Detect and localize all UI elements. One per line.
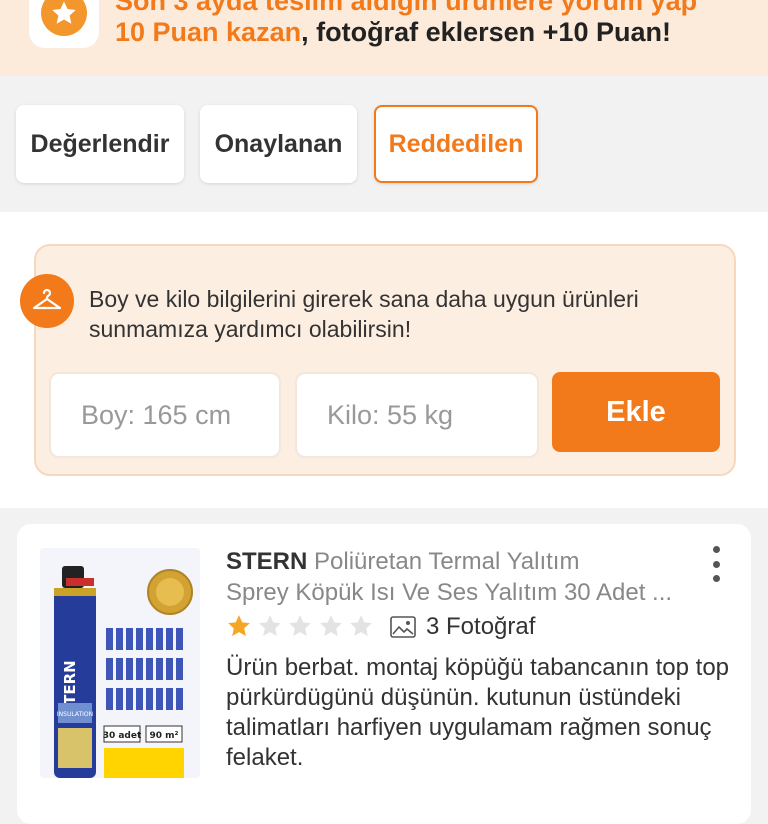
tab-reddedilen[interactable]: Reddedilen xyxy=(374,105,538,183)
star-empty-icon xyxy=(289,615,311,636)
product-brand: STERN xyxy=(226,548,308,575)
promo-points-highlight: 10 Puan kazan xyxy=(115,17,302,47)
promo-subtitle: 10 Puan kazan, fotoğraf eklersen +10 Pua… xyxy=(115,17,671,48)
tab-onaylanan[interactable]: Onaylanan xyxy=(200,105,357,183)
star-empty-icon xyxy=(258,615,281,636)
hanger-icon xyxy=(20,274,74,328)
product-title-part1: Poliüretan Termal Yalıtım xyxy=(307,548,580,575)
rating-stars xyxy=(226,613,379,639)
more-options-icon[interactable] xyxy=(706,546,726,582)
height-input[interactable]: Boy: 165 cm xyxy=(49,372,281,458)
star-filled-icon xyxy=(228,615,250,636)
tab-label: Reddedilen xyxy=(388,129,524,158)
tab-label: Onaylanan xyxy=(214,129,343,158)
add-button[interactable]: Ekle xyxy=(552,372,720,452)
svg-text:30 adet: 30 adet xyxy=(103,731,142,741)
svg-text:90 m²: 90 m² xyxy=(150,731,179,741)
promo-title: Son 3 ayda teslim aldığın ürünlere yorum… xyxy=(115,0,698,16)
promo-badge xyxy=(29,0,99,48)
weight-input[interactable]: Kilo: 55 kg xyxy=(295,372,539,458)
body-info-text: Boy ve kilo bilgilerini girerek sana dah… xyxy=(89,286,639,342)
promo-banner[interactable]: Son 3 ayda teslim aldığın ürünlere yorum… xyxy=(0,0,768,76)
svg-text:INSULATION: INSULATION xyxy=(57,711,93,718)
photo-count[interactable]: 3 Fotoğraf xyxy=(426,613,535,641)
product-title[interactable]: STERN Poliüretan Termal Yalıtım xyxy=(226,546,706,577)
star-empty-icon xyxy=(319,615,342,636)
tab-degerlendir[interactable]: Değerlendir xyxy=(16,105,184,183)
body-info-section xyxy=(0,212,768,508)
star-empty-icon xyxy=(350,615,372,636)
review-text: Ürün berbat. montaj köpüğü tabancanın to… xyxy=(226,654,730,771)
star-icon xyxy=(41,0,87,36)
product-image[interactable]: STERN INSULATION 30 adet 90 m² xyxy=(40,548,200,778)
product-title-part2[interactable]: Sprey Köpük Isı Ve Ses Yalıtım 30 Adet .… xyxy=(226,577,706,608)
promo-points-rest: , fotoğraf eklersen +10 Puan! xyxy=(301,17,671,47)
tab-label: Değerlendir xyxy=(30,129,170,158)
photo-icon xyxy=(390,616,416,638)
